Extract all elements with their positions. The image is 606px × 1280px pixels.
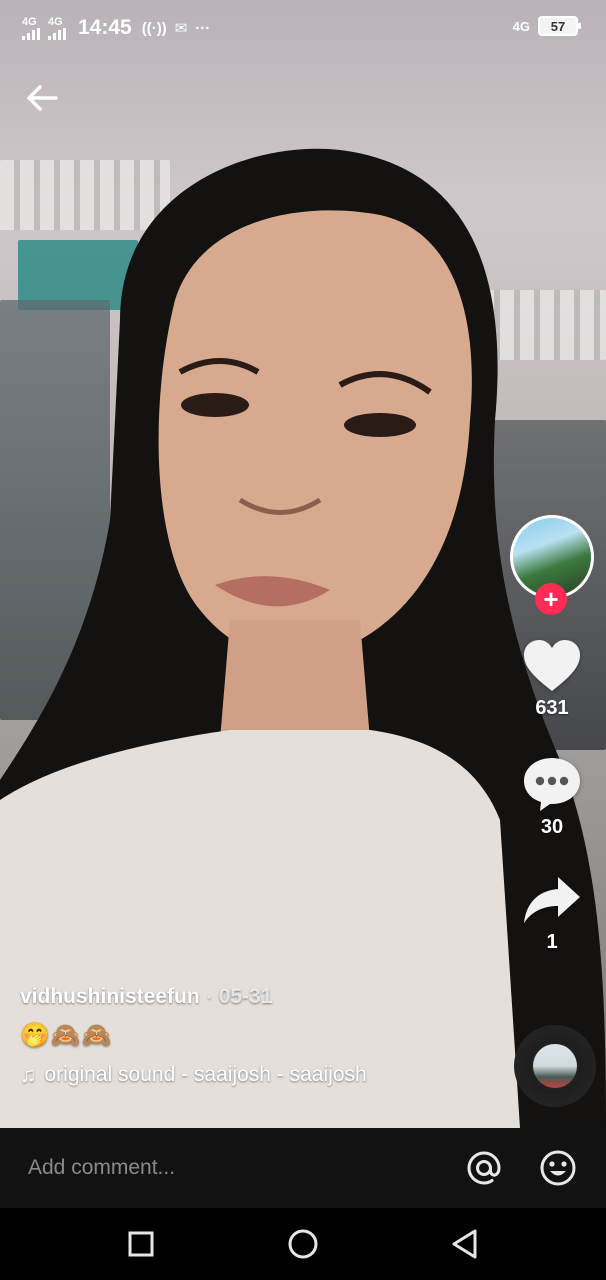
follow-button[interactable]: +	[535, 583, 567, 615]
status-bar: 4G 4G 14:45 ((·)) ✉ ··· 4G 57	[0, 0, 606, 56]
comment-input[interactable]	[28, 1156, 464, 1180]
system-nav-bar	[0, 1208, 606, 1280]
sound-disc[interactable]	[514, 1025, 596, 1107]
signal-bars-icon	[22, 27, 40, 40]
emoji-icon[interactable]	[538, 1148, 578, 1188]
author-line: vidhushinisteefun · 05-31	[20, 985, 490, 1009]
post-date: 05-31	[218, 985, 273, 1008]
heart-icon	[524, 640, 580, 691]
arrow-left-icon	[27, 85, 58, 111]
like-button[interactable]: 631	[522, 639, 582, 720]
share-button[interactable]: 1	[522, 875, 582, 954]
video-caption: vidhushinisteefun · 05-31 🤭🙈🙈 ♫ original…	[20, 985, 490, 1088]
screen: 4G 4G 14:45 ((·)) ✉ ··· 4G 57 + 631 30 1…	[0, 0, 606, 1280]
sound-title: original sound - saaijosh - saaijosh	[44, 1063, 367, 1086]
action-rail: + 631 30 1	[506, 515, 598, 954]
battery-level: 57	[550, 18, 566, 34]
triangle-back-icon	[452, 1229, 477, 1259]
share-count: 1	[546, 931, 558, 953]
chat-bubble-icon	[524, 758, 580, 811]
square-icon	[128, 1231, 154, 1257]
creator-avatar-group[interactable]: +	[510, 515, 594, 615]
sound-link[interactable]: ♫ original sound - saaijosh - saaijosh	[20, 1062, 490, 1088]
username-link[interactable]: vidhushinisteefun	[20, 985, 200, 1009]
network-type-label: 4G	[48, 15, 63, 28]
signal-indicator-2: 4G	[48, 15, 66, 40]
comment-bar	[0, 1128, 606, 1208]
share-arrow-icon	[524, 877, 580, 923]
message-icon: ✉	[174, 20, 188, 37]
status-right: 4G 57	[512, 16, 581, 36]
home-button[interactable]	[283, 1224, 323, 1264]
comment-button[interactable]: 30	[522, 756, 582, 839]
circle-icon	[288, 1229, 318, 1259]
like-count: 631	[535, 697, 569, 719]
plus-icon: +	[543, 584, 559, 614]
battery-icon: 57	[538, 16, 581, 36]
hotspot-icon: ((·))	[141, 19, 167, 37]
separator-dot: ·	[205, 985, 213, 1008]
recents-button[interactable]	[121, 1224, 161, 1264]
system-back-button[interactable]	[445, 1224, 485, 1264]
network-type-label: 4G	[512, 18, 530, 34]
signal-indicator-1: 4G	[22, 15, 40, 40]
sound-cover-image	[533, 1044, 577, 1088]
signal-bars-icon	[48, 27, 66, 40]
at-icon[interactable]	[464, 1148, 504, 1188]
network-type-label: 4G	[22, 15, 37, 28]
music-note-icon: ♫	[20, 1062, 37, 1087]
comment-count: 30	[540, 816, 564, 838]
clock: 14:45	[78, 16, 132, 39]
more-notifications-icon: ···	[195, 19, 211, 37]
back-button[interactable]	[22, 78, 62, 118]
caption-text: 🤭🙈🙈	[20, 1022, 113, 1049]
